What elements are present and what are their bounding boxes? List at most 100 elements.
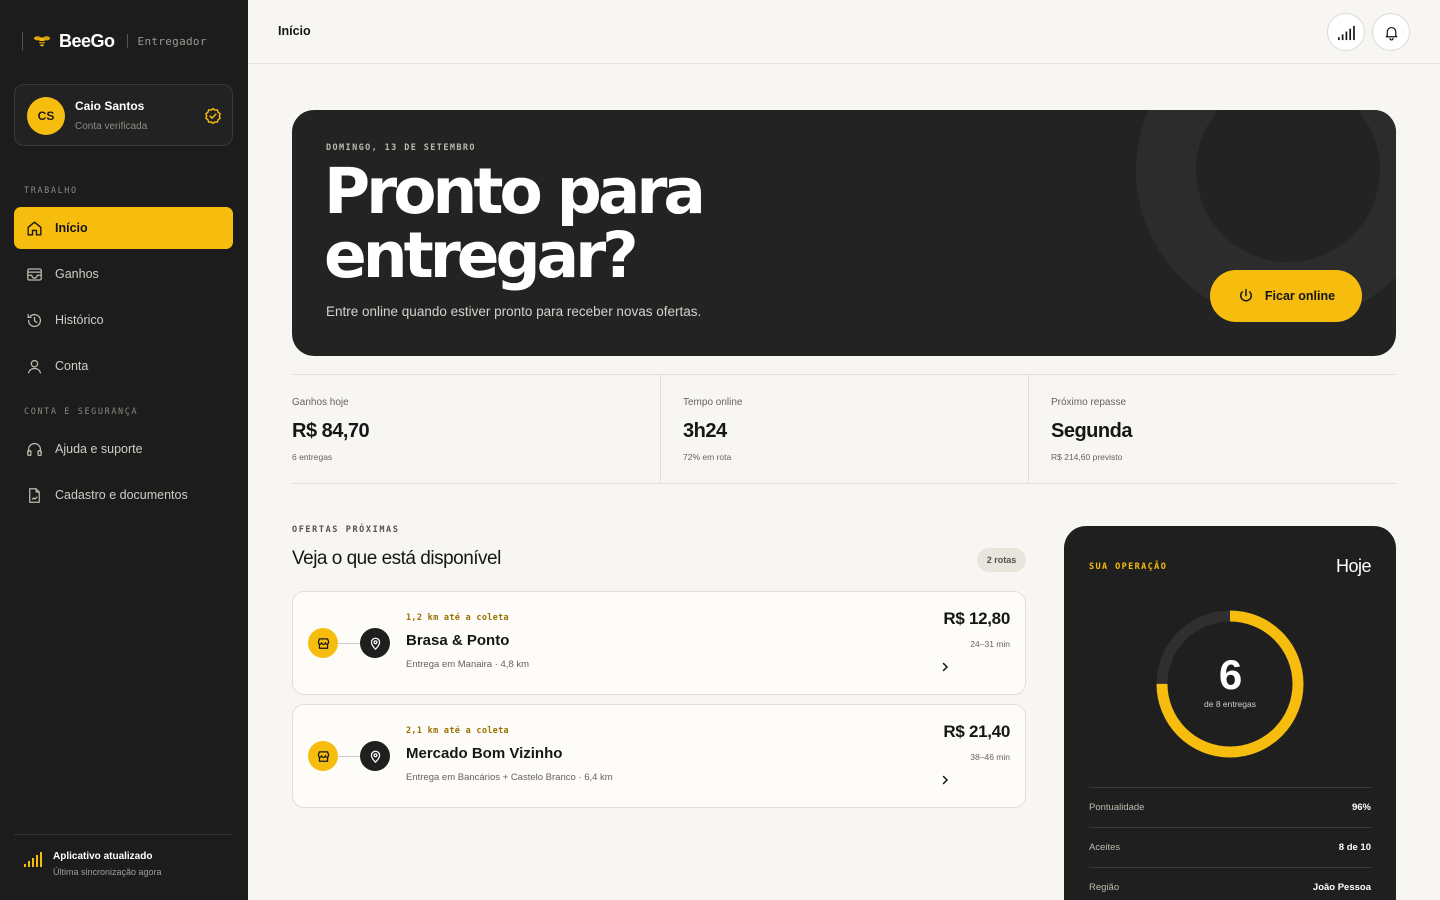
sidebar-item-label: Início [55,221,88,235]
user-icon [27,359,42,373]
chevron-right-icon[interactable] [939,661,951,673]
stat-value: Segunda [1051,420,1132,442]
wallet-icon [27,267,42,281]
notifications-button[interactable] [1372,13,1410,51]
sidebar-item-ajuda[interactable]: Ajuda e suporte [14,428,233,470]
go-online-button[interactable]: Ficar online [1210,270,1362,322]
deliveries-completed: 6 [1218,651,1242,698]
offer-card[interactable]: 1,2 km até a coleta Brasa & Ponto Entreg… [292,591,1026,695]
verified-badge-icon [205,107,221,125]
operation-label: SUA OPERAÇÃO [1089,562,1168,572]
sidebar-item-label: Ganhos [55,267,99,281]
sidebar: BeeGo Entregador CS Caio Santos Conta ve… [0,0,248,900]
sidebar-item-label: Ajuda e suporte [55,442,143,456]
offers-section-label: OFERTAS PRÓXIMAS [292,525,400,535]
stats-row: Ganhos hoje R$ 84,70 6 entregas Tempo on… [292,374,1396,484]
stat-label: Próximo repasse [1051,397,1127,408]
hero-date: DOMINGO, 13 DE SETEMBRO [326,143,476,153]
stat-online-time: Tempo online 3h24 72% em rota [660,375,1028,483]
stat-note: R$ 214,60 previsto [1051,452,1123,462]
sync-status: Aplicativo atualizado Última sincronizaç… [14,834,233,877]
offer-card[interactable]: 2,1 km até a coleta Mercado Bom Vizinho … [292,704,1026,808]
page-title: Início [278,24,311,38]
stat-value: R$ 84,70 [292,420,370,442]
document-icon [29,487,40,503]
section-label-account: CONTA E SEGURANÇA [24,407,139,417]
headset-icon [27,442,42,456]
sidebar-item-ganhos[interactable]: Ganhos [14,253,233,295]
route-connector [338,756,361,757]
pickup-marker [308,628,338,658]
metric-row: Pontualidade 96% [1089,787,1371,827]
location-pin-icon [370,750,380,763]
sync-subtitle: Última sincronização agora [53,867,162,877]
route-connector [338,643,361,644]
operation-card: SUA OPERAÇÃO Hoje 6 de 8 entregas Pontua… [1064,526,1396,900]
bee-logo-icon [33,36,51,47]
offers-count-badge: 2 rotas [977,548,1026,572]
brand-separator [126,34,128,48]
sidebar-item-label: Conta [55,359,89,373]
offer-distance: 2,1 km até a coleta [406,726,509,736]
offer-price: R$ 21,40 [943,722,1010,741]
sidebar-item-label: Cadastro e documentos [55,488,188,502]
metric-value: 8 de 10 [1338,842,1371,853]
brand-name: BeeGo [59,30,115,51]
metric-value: 96% [1351,802,1371,813]
offer-price: R$ 12,80 [943,609,1010,628]
section-label-work: TRABALHO [24,186,78,196]
power-icon [1239,288,1252,302]
stat-note: 6 entregas [292,452,333,462]
chevron-right-icon[interactable] [939,774,951,786]
store-icon [317,750,329,762]
sidebar-item-inicio[interactable]: Início [14,207,233,249]
offer-distance: 1,2 km até a coleta [406,613,509,623]
offer-description: Entrega em Bancários + Castelo Branco · … [406,772,613,783]
profile-name: Caio Santos [75,99,145,113]
operation-period: Hoje [1335,556,1372,576]
stat-earnings: Ganhos hoje R$ 84,70 6 entregas [292,375,660,483]
location-pin-icon [370,637,380,650]
sidebar-item-cadastro[interactable]: Cadastro e documentos [14,474,233,516]
stat-label: Ganhos hoje [292,397,349,408]
signal-icon [1337,25,1355,40]
metric-key: Aceites [1089,842,1121,853]
profile-card[interactable]: CS Caio Santos Conta verificada [14,84,233,146]
sidebar-item-conta[interactable]: Conta [14,345,233,387]
metric-row: Região João Pessoa [1089,867,1371,900]
go-online-label: Ficar online [1264,289,1336,303]
brand-divider [22,32,23,50]
avatar: CS [27,97,65,135]
store-icon [317,637,329,649]
hero-subtitle: Entre online quando estiver pronto para … [326,304,702,319]
offer-description: Entrega em Manaira · 4,8 km [406,659,530,670]
offer-eta: 24–31 min [970,639,1010,649]
brand-role: Entregador [137,34,207,48]
sidebar-item-historico[interactable]: Histórico [14,299,233,341]
history-icon [27,313,42,327]
metric-value: João Pessoa [1312,882,1371,893]
pickup-marker [308,741,338,771]
offer-name: Brasa & Ponto [406,632,510,649]
metric-key: Pontualidade [1089,802,1145,813]
topbar: Início [248,0,1440,64]
bell-icon [1385,26,1397,40]
stat-value: 3h24 [683,420,727,442]
home-icon [27,220,42,236]
hero-headline: Pronto para entregar? [324,155,706,292]
stat-next-payout: Próximo repasse Segunda R$ 214,60 previs… [1028,375,1396,483]
deliveries-subtitle: de 8 entregas [1204,699,1256,709]
signal-button[interactable] [1327,13,1365,51]
profile-status: Conta verificada [75,121,148,132]
stat-note: 72% em rota [683,452,732,462]
brand[interactable]: BeeGo Entregador [22,30,207,52]
hero-banner: DOMINGO, 13 DE SETEMBRO Pronto para entr… [292,110,1396,356]
destination-marker [360,741,390,771]
sidebar-item-label: Histórico [55,313,104,327]
offer-name: Mercado Bom Vizinho [406,745,563,762]
offer-eta: 38–46 min [970,752,1010,762]
destination-marker [360,628,390,658]
signal-icon [24,852,42,867]
sync-title: Aplicativo atualizado [53,851,153,862]
stat-label: Tempo online [683,397,743,408]
